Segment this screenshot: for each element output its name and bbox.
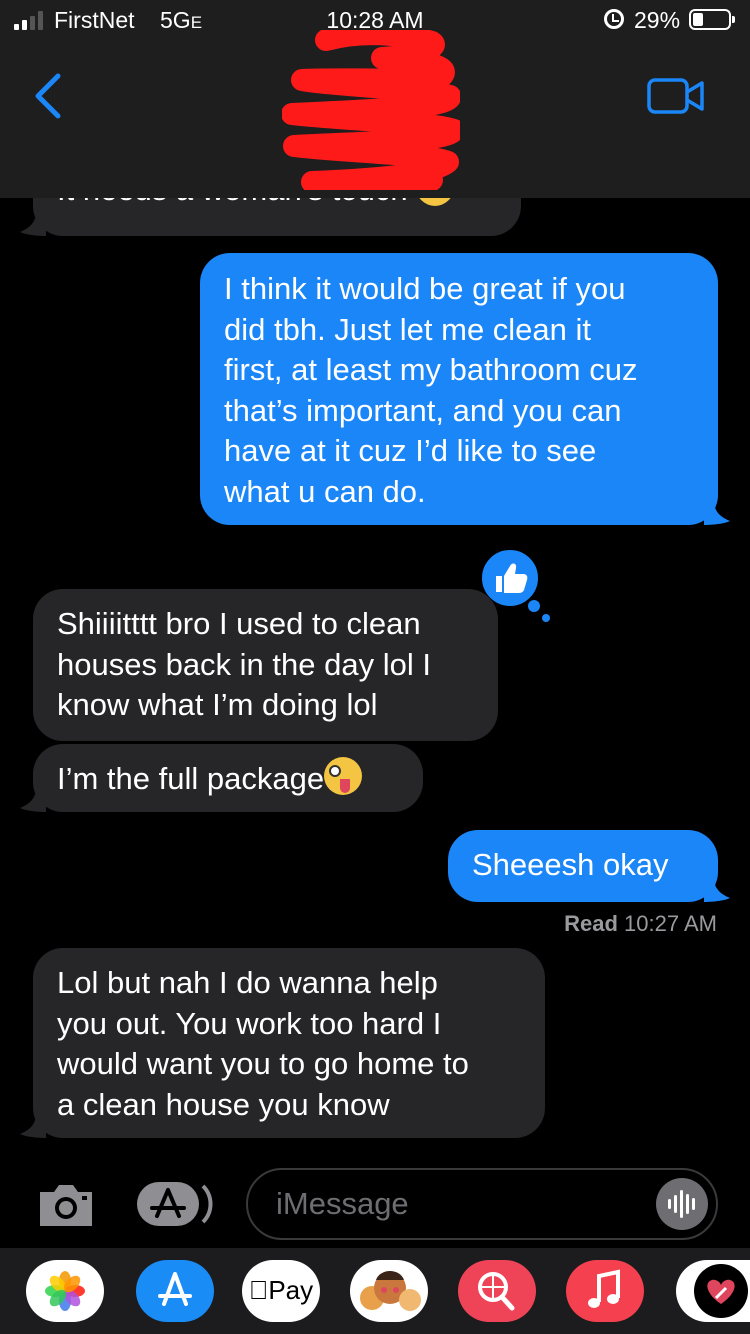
- message-line: you out. You work too hard I: [57, 1005, 442, 1041]
- music-icon[interactable]: [566, 1260, 644, 1322]
- message-line: Lol but nah I do wanna help: [57, 965, 438, 1000]
- read-receipt: Read 10:27 AM: [564, 911, 717, 937]
- read-label: Read: [564, 911, 618, 936]
- bubble-tail-icon: [20, 788, 46, 812]
- apple-pay-icon[interactable]: Pay: [242, 1260, 320, 1322]
- status-bar: FirstNet 5GE 10:28 AM 29%: [0, 0, 750, 40]
- message-line: would want you to go home to: [57, 1046, 469, 1081]
- incoming-message[interactable]: It needs a woman's touch: [33, 198, 521, 236]
- memoji-icon[interactable]: [350, 1260, 428, 1322]
- digital-touch-icon[interactable]: [676, 1260, 750, 1322]
- message-thread[interactable]: It needs a woman's touch I think it woul…: [0, 198, 750, 1160]
- contact-name-redaction: [282, 30, 460, 190]
- app-store-drawer-icon[interactable]: [137, 1180, 213, 1228]
- incoming-message[interactable]: Shiiiitttt bro I used to clean houses ba…: [33, 589, 498, 741]
- read-time: 10:27 AM: [624, 911, 717, 936]
- message-line: know what I’m doing lol: [57, 687, 378, 722]
- audio-message-icon[interactable]: [656, 1178, 708, 1230]
- back-chevron-icon[interactable]: [28, 70, 68, 122]
- message-line: houses back in the day lol I: [57, 646, 431, 682]
- message-line: a clean house you know: [57, 1086, 390, 1122]
- message-input[interactable]: iMessage: [246, 1168, 718, 1240]
- message-line: have at it cuz I’d like to see: [224, 433, 597, 468]
- camera-icon[interactable]: [36, 1182, 96, 1228]
- message-text: It needs a woman's touch: [57, 198, 408, 207]
- alarm-icon: [604, 9, 624, 29]
- video-call-icon[interactable]: [646, 76, 706, 116]
- message-line: Shiiiitttt bro I used to clean: [57, 606, 421, 641]
- message-line: that’s important, and you can: [224, 392, 622, 428]
- message-line: I think it would be great if you: [224, 271, 626, 306]
- images-search-icon[interactable]: [458, 1260, 536, 1322]
- app-drawer: Pay: [0, 1248, 750, 1334]
- incoming-message[interactable]: I’m the full package: [33, 744, 423, 812]
- message-line: what u can do.: [224, 473, 426, 509]
- laughing-face-emoji-icon: [416, 198, 455, 206]
- input-bar: iMessage: [0, 1160, 750, 1248]
- bubble-tail-icon: [704, 501, 730, 525]
- message-line: did tbh. Just let me clean it: [224, 311, 592, 347]
- apple-pay-label: Pay: [249, 1275, 313, 1305]
- outgoing-message[interactable]: I think it would be great if you did tbh…: [200, 253, 718, 525]
- bubble-tail-icon: [20, 1114, 46, 1138]
- bubble-tail-icon: [20, 212, 46, 236]
- bubble-tail-icon: [704, 878, 730, 902]
- message-placeholder: iMessage: [276, 1186, 409, 1221]
- photos-icon[interactable]: [26, 1260, 104, 1322]
- incoming-message[interactable]: Lol but nah I do wanna help you out. You…: [33, 948, 545, 1138]
- zany-face-emoji-icon: [324, 757, 363, 795]
- battery-icon: [689, 9, 735, 30]
- battery-percentage: 29%: [634, 7, 681, 33]
- message-text: I’m the full package: [57, 761, 325, 796]
- message-line: first, at least my bathroom cuz: [224, 352, 638, 387]
- app-store-icon[interactable]: [136, 1260, 214, 1322]
- message-text: Sheeesh okay: [472, 847, 669, 882]
- outgoing-message[interactable]: Sheeesh okay: [448, 830, 718, 902]
